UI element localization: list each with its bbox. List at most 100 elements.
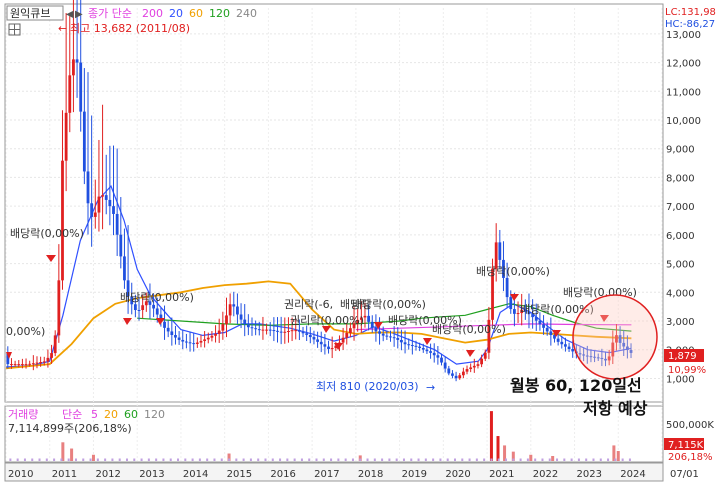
candle-body [549,331,553,336]
candle-body [195,342,199,344]
candle-body [425,349,429,352]
x-tick-label: 2013 [139,469,164,480]
candle-body [440,357,443,363]
volume-ma-legend-item[interactable]: 60 [124,408,138,421]
candle-body [400,339,403,343]
volume-bar [61,442,65,461]
y-axis-tick-labels: 1,0002,0003,0004,0005,0006,0007,0008,000… [666,30,701,386]
x-tick-label: 2017 [314,469,339,480]
candle-body [228,304,232,316]
volume-ma-legend-item[interactable]: 20 [104,408,118,421]
candle-body [79,62,83,112]
volume-bar [242,458,245,461]
candle-body [458,375,462,379]
ma-legend-item[interactable]: 240 [236,7,257,20]
candle-body [414,345,418,347]
volume-bar [489,411,493,461]
stock-chart: 1,0002,0003,0004,0005,0006,0007,0008,000… [4,0,716,482]
candle-body [451,373,454,376]
candle-body [50,353,53,358]
candle-body [312,337,316,340]
volume-bar [330,458,333,461]
volume-bar [213,458,216,461]
volume-bar [249,458,252,461]
volume-bar [585,458,588,461]
candle-body [385,335,389,337]
candle-body [137,310,141,312]
ma-legend-item[interactable]: 20 [169,7,183,20]
chevron-right-icon[interactable]: ▶ [75,9,83,20]
volume-bar [424,458,427,461]
candle-body [498,242,502,260]
chevron-left-icon[interactable]: ◀ [66,9,74,20]
candle-body [542,324,545,328]
volume-bar [496,436,500,461]
volume-tag-value: 7,115K [668,440,704,451]
candle-body [119,234,123,257]
candle-body [509,297,513,310]
volume-bar [475,458,478,461]
volume-bar [198,458,201,461]
candle-body [250,327,254,329]
y-tick-label: 1,000 [666,374,695,385]
candle-body [210,335,214,338]
candle-body [297,330,301,332]
x-tick-label: 2014 [183,469,208,480]
candle-body [82,111,86,172]
price-panel-frame [4,3,664,403]
volume-bar [351,458,354,461]
volume-bar [111,458,114,461]
volume-bar [38,458,41,461]
candle-body [301,331,305,334]
volume-ma-legend-item[interactable]: 5 [91,408,98,421]
legend-prefix: 종가 단순 [88,7,132,20]
volume-bar [162,458,165,461]
volume-summary: 7,114,899주(206,18%) [8,422,132,435]
candle-body [403,342,407,345]
volume-bar [497,458,500,461]
candle-body [64,112,68,161]
candle-body [90,203,94,217]
candle-body [283,331,287,333]
ma-legend-item[interactable]: 60 [189,7,203,20]
candle-body [567,346,571,350]
candle-body [57,280,61,336]
volume-bar [526,458,529,461]
volume-bar [432,458,435,461]
candle-body [163,321,166,328]
candle-body [443,362,447,369]
candle-body [108,199,112,207]
dividend-label-2020: 배당락(0,00%) [432,323,506,336]
candle-body [86,171,90,204]
candle-body [571,349,575,352]
ma-legend-item[interactable]: 120 [209,7,230,20]
candle-body [396,338,400,340]
volume-bar [31,458,34,461]
volume-bar [74,458,77,461]
volume-ma-legend-item[interactable]: 120 [144,408,165,421]
dividend-label-2021: 배당락(0,00%) [476,265,550,278]
volume-legend-prefix: 거래량 [8,408,38,421]
candle-body [370,321,374,328]
candle-body [199,340,203,343]
volume-bar [512,458,515,461]
candle-body [35,362,39,364]
candle-body [112,206,115,214]
candle-body [181,339,185,342]
hc-readout: HC:-86,27 [665,19,715,30]
candle-body [257,329,261,331]
volume-bar [16,458,19,461]
volume-bar [395,458,398,461]
candle-body [261,329,265,331]
ma-legend-item[interactable]: 200 [142,7,163,20]
volume-bar [184,458,187,461]
volume-bar [67,458,70,461]
candle-body [374,327,378,332]
candle-body [188,342,192,344]
y-tick-label: 5,000 [666,260,695,271]
volume-bar [563,458,566,461]
note-line-1: 월봉 60, 120일선 [510,376,642,395]
candle-body [345,332,349,338]
candle-body [246,324,250,328]
volume-bar [70,448,74,461]
